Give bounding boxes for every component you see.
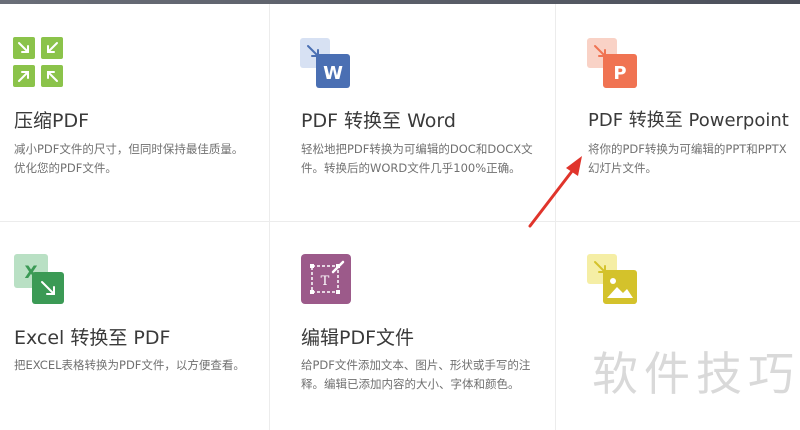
tool-title: Excel 转换至 PDF: [14, 327, 171, 349]
tool-card-excel-to-pdf[interactable]: X Excel 转换至 PDF 把EXCEL表格转换为PDF文件，以方便查看。: [0, 222, 269, 430]
edit-icon: T: [301, 254, 351, 304]
excel-icon: X: [14, 254, 64, 304]
watermark-text: 软件技巧: [592, 347, 800, 401]
tool-description: 将你的PDF转换为可编辑的PPT和PPTX幻灯片文件。: [588, 142, 787, 175]
tool-description: 把EXCEL表格转换为PDF文件，以方便查看。: [14, 358, 245, 372]
tool-description: 轻松地把PDF转换为可编辑的DOC和DOCX文件。转换后的WORD文件几乎100…: [301, 142, 533, 175]
svg-text:P: P: [613, 63, 626, 84]
tool-title: PDF 转换至 Powerpoint: [588, 110, 789, 131]
tool-card-pdf-to-powerpoint[interactable]: P PDF 转换至 Powerpoint 将你的PDF转换为可编辑的PPT和PP…: [556, 4, 800, 221]
tool-title: 编辑PDF文件: [301, 327, 415, 349]
tool-description: 给PDF文件添加文本、图片、形状或手写的注释。编辑已添加内容的大小、字体和颜色。: [301, 358, 531, 391]
tool-title: PDF 转换至 Word: [301, 110, 456, 132]
tool-card-edit-pdf[interactable]: T 编辑PDF文件 给PDF文件添加文本、图片、形状或手写的注释。编辑已添加内容…: [270, 222, 555, 430]
image-icon: [587, 254, 637, 304]
compress-icon: [13, 37, 63, 87]
tool-card-compress-pdf[interactable]: 压缩PDF 减小PDF文件的尺寸，但同时保持最佳质量。优化您的PDF文件。: [0, 4, 269, 221]
annotation-arrow-icon: [528, 156, 582, 228]
tool-title: 压缩PDF: [14, 110, 90, 132]
tool-card-pdf-to-word[interactable]: W PDF 转换至 Word 轻松地把PDF转换为可编辑的DOC和DOCX文件。…: [270, 4, 555, 221]
powerpoint-icon: P: [587, 38, 637, 88]
svg-text:T: T: [321, 274, 330, 289]
tool-description: 减小PDF文件的尺寸，但同时保持最佳质量。优化您的PDF文件。: [14, 142, 244, 175]
svg-text:W: W: [323, 63, 343, 84]
word-icon: W: [300, 38, 350, 88]
